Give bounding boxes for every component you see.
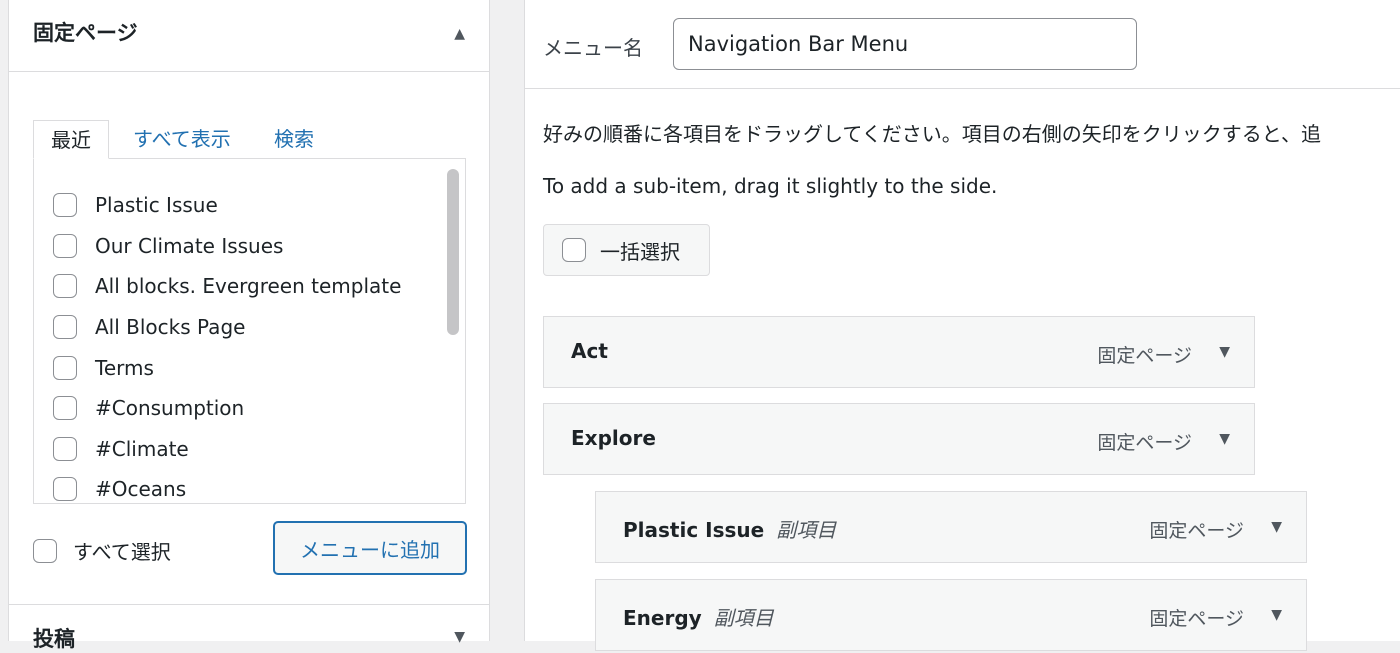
menu-name-label: メニュー名: [543, 36, 643, 60]
page-checkbox[interactable]: [53, 355, 77, 380]
page-list: Plastic Issue Our Climate Issues All blo…: [53, 185, 401, 503]
page-checkbox[interactable]: [53, 274, 77, 299]
menu-item-act[interactable]: Act 固定ページ ▼: [543, 316, 1255, 388]
page-checkbox[interactable]: [53, 436, 77, 461]
page-label: All blocks. Evergreen template: [95, 274, 402, 299]
menu-item-type: 固定ページ: [1149, 520, 1244, 542]
page-checkbox[interactable]: [53, 233, 77, 258]
expand-arrow-icon[interactable]: ▼: [454, 629, 465, 645]
page-checkbox[interactable]: [53, 477, 77, 502]
page-label: Plastic Issue: [95, 193, 218, 218]
menu-item-type: 固定ページ: [1097, 432, 1192, 454]
page-checkbox[interactable]: [53, 396, 77, 421]
select-all-label: すべて選択: [73, 540, 171, 564]
pages-accordion-header[interactable]: 固定ページ ▲: [9, 0, 489, 72]
posts-accordion-header[interactable]: 投稿 ▼: [9, 604, 489, 651]
expand-arrow-icon[interactable]: ▼: [1271, 607, 1282, 623]
menu-name-input[interactable]: [673, 18, 1137, 70]
list-item[interactable]: #Oceans: [53, 469, 401, 503]
page-list-scrollbar[interactable]: [447, 169, 459, 489]
posts-section-title: 投稿: [33, 627, 75, 651]
bulk-select-checkbox[interactable]: [562, 238, 586, 262]
page-label: Our Climate Issues: [95, 233, 284, 258]
list-item[interactable]: #Climate: [53, 429, 401, 470]
menu-item-title-group: Energy 副項目: [623, 602, 774, 631]
pages-list-panel: Plastic Issue Our Climate Issues All blo…: [33, 158, 466, 504]
divider: [525, 88, 1400, 89]
bulk-select-button[interactable]: 一括選択: [543, 224, 710, 276]
list-item[interactable]: All blocks. Evergreen template: [53, 266, 401, 307]
page-checkbox[interactable]: [53, 193, 77, 218]
page-label: #Consumption: [95, 396, 245, 421]
sub-item-label: 副項目: [713, 606, 774, 630]
menu-item-energy[interactable]: Energy 副項目 固定ページ ▼: [595, 579, 1307, 651]
list-item[interactable]: Plastic Issue: [53, 185, 401, 226]
tab-recent[interactable]: 最近: [33, 120, 109, 159]
drag-instructions: 好みの順番に各項目をドラッグしてください。項目の右側の矢印をクリックすると、追: [543, 122, 1321, 146]
expand-arrow-icon[interactable]: ▼: [1219, 431, 1230, 447]
select-all[interactable]: すべて選択: [33, 536, 171, 565]
menu-item-title: Explore: [571, 426, 656, 450]
page-label: #Oceans: [95, 477, 187, 502]
page-label: Terms: [95, 355, 154, 380]
page-label: All Blocks Page: [95, 315, 246, 340]
expand-arrow-icon[interactable]: ▼: [1219, 344, 1230, 360]
menu-item-explore[interactable]: Explore 固定ページ ▼: [543, 403, 1255, 475]
pages-metabox: 固定ページ ▲ 最近 すべて表示 検索 Plastic Issue Our Cl…: [8, 0, 490, 651]
menu-item-title: Energy: [623, 606, 702, 630]
menu-item-plastic-issue[interactable]: Plastic Issue 副項目 固定ページ ▼: [595, 491, 1307, 563]
select-all-checkbox[interactable]: [33, 538, 57, 563]
bulk-select-label: 一括選択: [600, 239, 680, 264]
page-label: #Climate: [95, 436, 189, 461]
subitem-hint: To add a sub-item, drag it slightly to t…: [543, 174, 998, 198]
sub-item-label: 副項目: [776, 518, 837, 542]
expand-arrow-icon[interactable]: ▼: [1271, 519, 1282, 535]
menu-item-type: 固定ページ: [1149, 608, 1244, 630]
pages-section-title: 固定ページ: [33, 21, 138, 45]
scrollbar-thumb[interactable]: [447, 169, 459, 335]
collapse-arrow-icon[interactable]: ▲: [454, 26, 465, 42]
list-item[interactable]: #Consumption: [53, 388, 401, 429]
add-to-menu-button[interactable]: メニューに追加: [273, 521, 467, 575]
tab-view-all[interactable]: すべて表示: [133, 120, 231, 159]
menu-item-type: 固定ページ: [1097, 345, 1192, 367]
menu-structure-panel: メニュー名 好みの順番に各項目をドラッグしてください。項目の右側の矢印をクリック…: [524, 0, 1400, 651]
menu-item-title: Plastic Issue: [623, 518, 765, 542]
list-item[interactable]: Terms: [53, 347, 401, 388]
menu-item-title: Act: [571, 339, 608, 363]
menu-item-title-group: Plastic Issue 副項目: [623, 514, 836, 543]
page-checkbox[interactable]: [53, 315, 77, 340]
list-item[interactable]: Our Climate Issues: [53, 226, 401, 267]
list-item[interactable]: All Blocks Page: [53, 307, 401, 348]
tab-search[interactable]: 検索: [274, 120, 314, 159]
